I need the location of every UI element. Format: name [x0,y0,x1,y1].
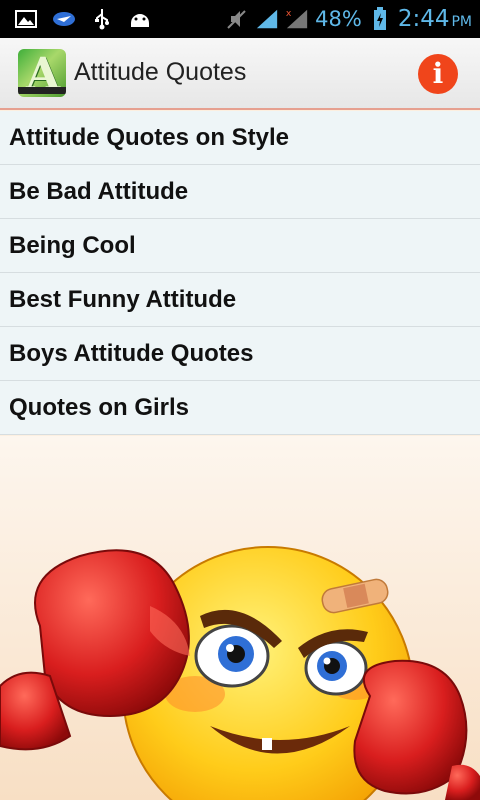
list-item-label: Boys Attitude Quotes [9,339,254,367]
action-bar: A Attitude Quotes i [0,38,480,110]
list-item-label: Be Bad Attitude [9,177,189,205]
list-item[interactable]: Be Bad Attitude [0,165,480,219]
status-bar: x 48% 2:44 PM [0,0,480,38]
list-item[interactable]: Attitude Quotes on Style [0,111,480,165]
list-item-label: Being Cool [9,231,136,259]
messaging-icon [52,8,76,30]
app-logo-icon[interactable]: A [18,49,66,97]
gallery-icon [14,8,38,30]
list-item-label: Best Funny Attitude [9,285,237,313]
app-logo-band [18,87,66,94]
list-item[interactable]: Being Cool [0,219,480,273]
signal-icon [255,8,279,30]
no-signal-icon: x [285,8,309,30]
clock-ampm: PM [451,14,472,30]
list-item[interactable]: Quotes on Girls [0,381,480,435]
battery-percent: 48% [315,7,362,31]
battery-charging-icon [368,7,392,30]
android-icon [128,8,152,30]
page-title: Attitude Quotes [74,58,247,86]
clock-time: 2:44 [397,6,450,32]
svg-text:x: x [286,8,292,19]
list-item-label: Attitude Quotes on Style [9,123,290,151]
boxing-emoji-illustration [0,436,480,800]
list-item[interactable]: Best Funny Attitude [0,273,480,327]
info-icon: i [432,57,444,90]
mute-icon [225,8,249,30]
category-list: Attitude Quotes on Style Be Bad Attitude… [0,111,480,435]
list-item-label: Quotes on Girls [9,393,190,421]
info-button[interactable]: i [418,54,458,94]
clock: 2:44 PM [398,6,472,32]
usb-icon [90,8,114,30]
list-item[interactable]: Boys Attitude Quotes [0,327,480,381]
